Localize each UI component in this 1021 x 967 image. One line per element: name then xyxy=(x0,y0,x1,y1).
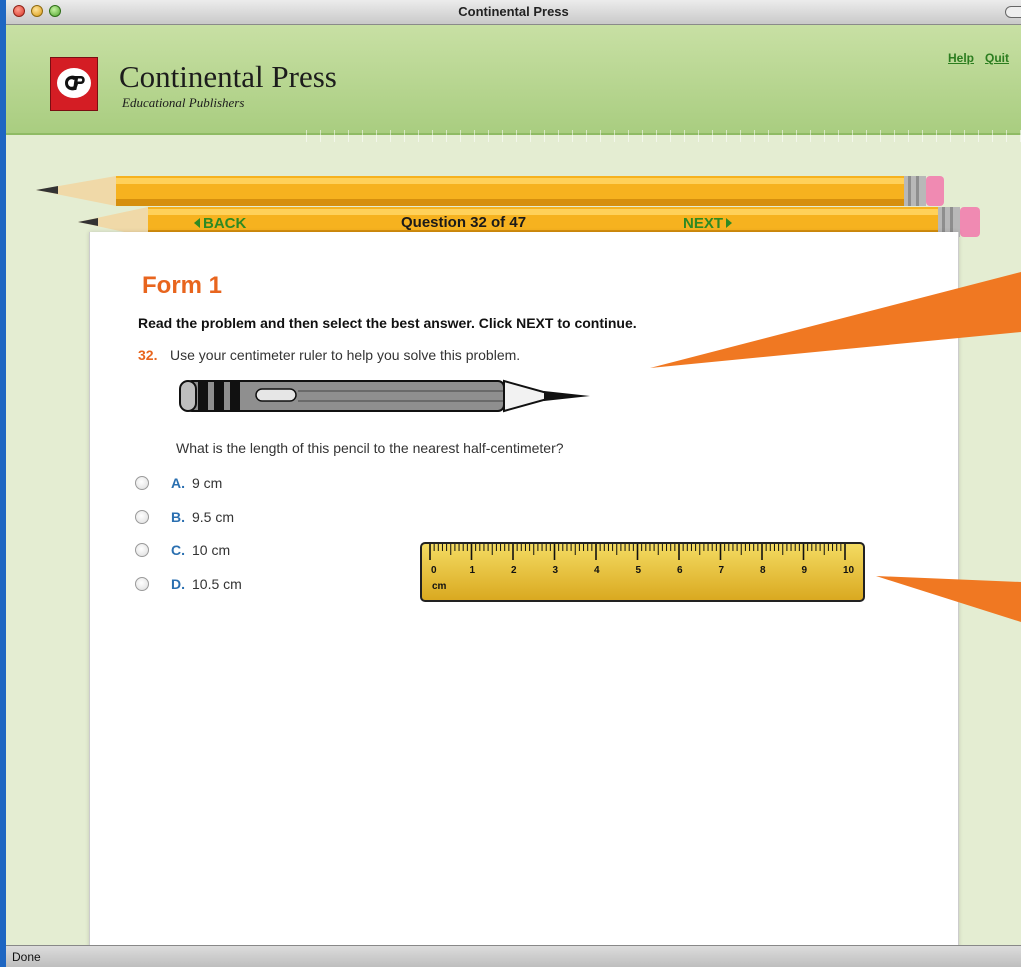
choice-letter: B. xyxy=(171,509,185,525)
choice-letter: D. xyxy=(171,576,185,592)
radio-button[interactable] xyxy=(135,577,149,591)
choice-text: 10 cm xyxy=(192,542,231,558)
status-text: Done xyxy=(12,950,41,964)
ruler-label: 4 xyxy=(594,565,600,576)
ruler-unit-label: cm xyxy=(432,581,447,592)
question-number: 32. xyxy=(138,347,158,363)
title-bar: Continental Press xyxy=(6,0,1021,25)
continental-press-logo xyxy=(50,57,98,111)
form-title: Form 1 xyxy=(142,272,223,299)
next-arrow-icon xyxy=(726,218,733,228)
choice-letter: C. xyxy=(171,542,185,558)
back-button[interactable]: BACK xyxy=(194,215,246,232)
back-arrow-icon xyxy=(194,218,200,228)
brand-tagline: Educational Publishers xyxy=(122,95,245,110)
brand-name: Continental Press xyxy=(119,59,337,94)
pencil-illustration xyxy=(179,379,590,413)
next-button[interactable]: NEXT xyxy=(683,215,733,232)
window-title: Continental Press xyxy=(458,4,569,19)
radio-button[interactable] xyxy=(135,476,149,490)
cp-logo-mark-icon xyxy=(57,68,91,98)
quit-link[interactable]: Quit xyxy=(985,51,1009,65)
question-navigation: BACK Question 32 of 47 NEXT xyxy=(116,205,946,237)
choice-text: 9.5 cm xyxy=(192,509,235,525)
answer-choice-d[interactable]: D. 10.5 cm xyxy=(135,575,335,595)
ruler-label: 5 xyxy=(636,565,642,576)
next-label: NEXT xyxy=(683,215,724,232)
centimeter-ruler[interactable]: 0 1 2 3 4 5 6 7 8 9 10 cm xyxy=(420,542,865,602)
ruler-label: 1 xyxy=(470,565,476,576)
choice-text: 9 cm xyxy=(192,475,223,491)
answer-choice-a[interactable]: A. 9 cm xyxy=(135,474,335,494)
radio-button[interactable] xyxy=(135,510,149,524)
question-counter: Question 32 of 47 xyxy=(401,214,527,231)
status-bar: Done xyxy=(6,945,1021,967)
question-text: Use your centimeter ruler to help you so… xyxy=(170,347,521,363)
instructions-text: Read the problem and then select the bes… xyxy=(138,315,637,331)
callout-arrow-ruler xyxy=(876,576,1021,622)
ruler-label: 0 xyxy=(431,565,437,576)
ruler-ticks-decoration xyxy=(306,130,1021,142)
callout-arrow-question xyxy=(650,272,1021,368)
answer-choice-c[interactable]: C. 10 cm xyxy=(135,541,335,561)
ruler-label: 6 xyxy=(677,565,683,576)
ruler-label: 7 xyxy=(719,565,725,576)
question-subtext: What is the length of this pencil to the… xyxy=(176,440,564,456)
answer-choice-b[interactable]: B. 9.5 cm xyxy=(135,508,335,528)
toolbar-toggle-button[interactable] xyxy=(1005,6,1021,18)
ruler-label: 10 xyxy=(843,565,855,576)
radio-button[interactable] xyxy=(135,543,149,557)
browser-window: Continental Press Continental Press Educ… xyxy=(6,0,1021,967)
back-label: BACK xyxy=(203,215,247,232)
help-link[interactable]: Help xyxy=(948,51,974,65)
choice-letter: A. xyxy=(171,475,185,491)
choice-text: 10.5 cm xyxy=(192,576,242,592)
ruler-label: 8 xyxy=(760,565,766,576)
ruler-label: 9 xyxy=(802,565,808,576)
ruler-label: 3 xyxy=(553,565,559,576)
ruler-label: 2 xyxy=(511,565,517,576)
